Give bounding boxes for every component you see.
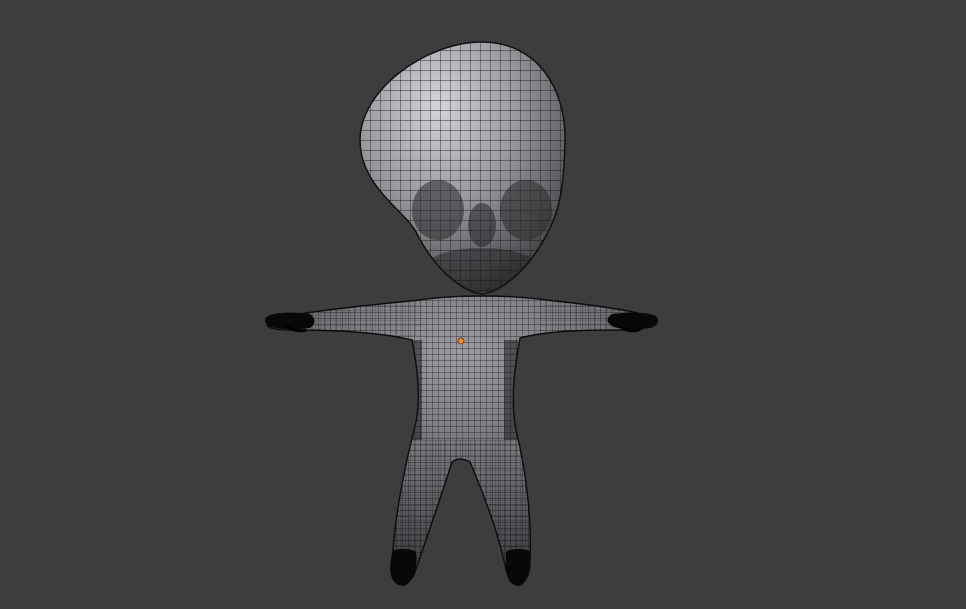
object-origin-point[interactable] (457, 337, 465, 345)
mesh-head[interactable] (350, 35, 580, 305)
viewport-canvas[interactable] (0, 0, 966, 609)
mesh-body[interactable] (260, 290, 660, 590)
mesh-left-foot[interactable] (390, 549, 417, 586)
3d-viewport[interactable] (0, 0, 966, 609)
mesh-right-foot[interactable] (506, 549, 531, 586)
